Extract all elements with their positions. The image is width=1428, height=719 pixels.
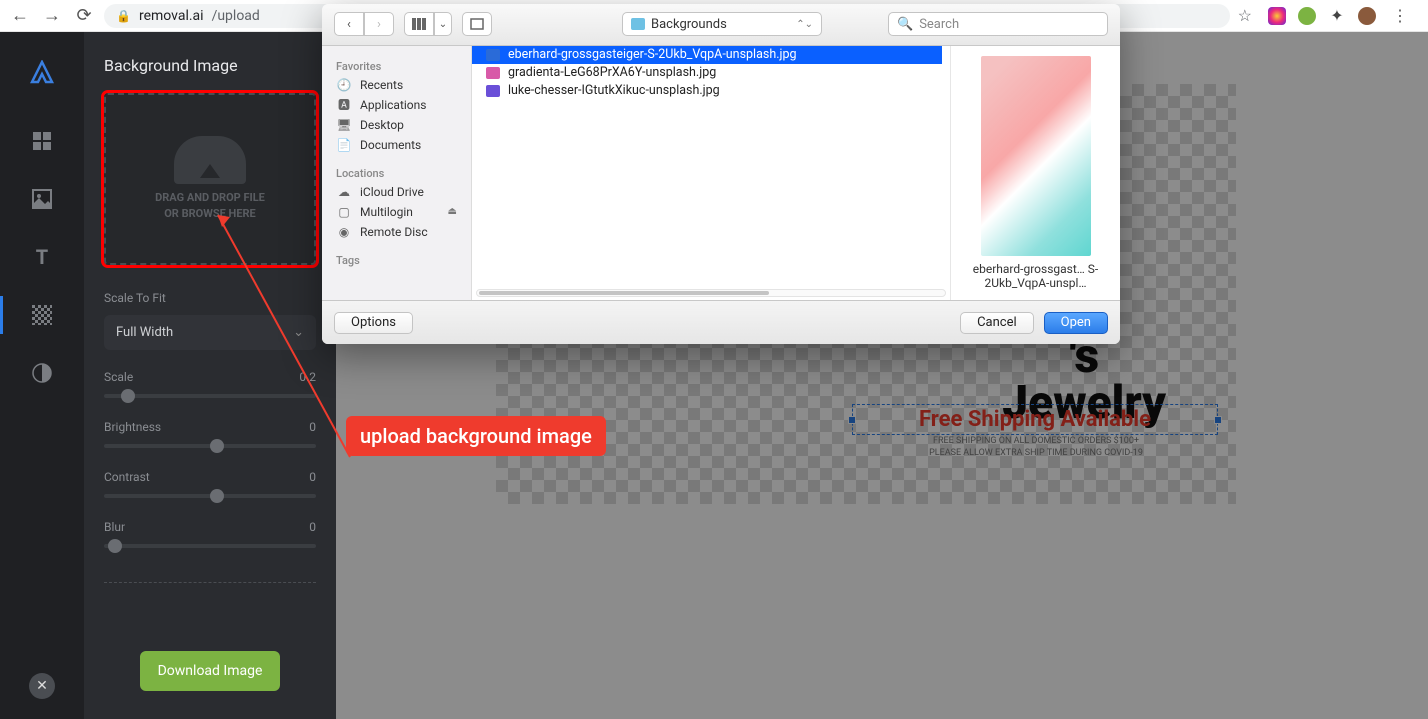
finder-sidebar-item[interactable]: 🖥Desktop [322,115,471,135]
sidebar-item-icon: 🅰 [336,98,352,112]
rail-templates-icon[interactable] [27,126,57,156]
nav-back-button[interactable]: ← [8,4,32,28]
extension-icon[interactable] [1268,7,1286,25]
finder-preview-pane: eberhard-grossgast… S-2Ukb_VqpA-unspl… [950,46,1120,301]
download-button[interactable]: Download Image [140,651,281,691]
url-host: removal.ai [139,8,204,24]
finder-file-row[interactable]: gradienta-LeG68PrXA6Y-unsplash.jpg [472,64,942,82]
finder-file-row[interactable]: eberhard-grossgasteiger-S-2Ukb_VqpA-unsp… [472,46,942,64]
sidebar-item-icon: 🕘 [336,78,352,92]
sidebar-item-icon: 🖥 [336,118,352,132]
upload-cloud-icon [174,136,246,184]
finder-sidebar-item[interactable]: 📄Documents [322,135,471,155]
finder-location-label: Backgrounds [651,17,727,32]
url-path: /upload [212,8,260,24]
chevron-updown-icon: ⌃⌄ [796,19,813,30]
locations-header: Locations [322,163,471,182]
eject-icon[interactable]: ⏏ [448,206,457,217]
finder-sidebar-item[interactable]: 🅰Applications [322,95,471,115]
finder-cancel-button[interactable]: Cancel [960,312,1034,334]
preview-thumbnail [981,56,1091,256]
finder-back-button[interactable]: ‹ [334,12,364,36]
file-thumbnail-icon [486,49,500,61]
finder-horizontal-scrollbar[interactable] [472,286,950,300]
favorites-header: Favorites [322,56,471,75]
finder-footer: Options Cancel Open [322,300,1120,344]
rail-image-icon[interactable] [27,184,57,214]
finder-search-input[interactable]: 🔍 Search [888,12,1108,36]
search-icon: 🔍 [897,17,913,32]
lock-icon: 🔒 [116,9,131,23]
rail-contrast-icon[interactable] [27,358,57,388]
finder-view-dropdown[interactable]: ⌄ [434,12,452,36]
select-value: Full Width [116,325,173,340]
finder-sidebar-item[interactable]: ☁iCloud Drive [322,182,471,202]
finder-group-button[interactable] [462,12,492,36]
slider-blur[interactable] [104,544,316,548]
slider-contrast[interactable] [104,494,316,498]
file-thumbnail-icon [486,85,500,97]
finder-toolbar: ‹ › ⌄ Backgrounds ⌃⌄ 🔍 Search [322,4,1120,46]
extensions-puzzle-icon[interactable]: ✦ [1328,7,1346,25]
finder-sidebar-item[interactable]: 🕘Recents [322,75,471,95]
app-logo[interactable] [28,60,56,84]
preview-filename: eberhard-grossgast… S-2Ukb_VqpA-unspl… [961,262,1110,291]
sidebar-item-icon: ☁ [336,185,352,199]
rail-text-icon[interactable]: T [27,242,57,272]
slider-label: Blur0 [104,520,316,534]
browser-menu-icon[interactable]: ⋮ [1388,6,1412,25]
folder-icon [631,18,645,30]
file-thumbnail-icon [486,67,500,79]
extension-icon[interactable] [1298,7,1316,25]
sidebar-item-icon: 📄 [336,138,352,152]
annotation-label: upload background image [346,416,606,456]
extension-tray: ✦ ⋮ [1260,6,1420,25]
bookmark-star-icon[interactable]: ☆ [1238,6,1252,25]
divider [104,582,316,583]
panel-title: Background Image [104,56,316,75]
rail-close-button[interactable]: ✕ [29,673,55,699]
nav-reload-button[interactable]: ⟳ [72,4,96,28]
finder-view-columns-button[interactable] [404,12,434,36]
finder-forward-button[interactable]: › [364,12,394,36]
file-open-dialog: ‹ › ⌄ Backgrounds ⌃⌄ 🔍 Search Favorites … [322,4,1120,344]
tool-rail: T ✕ [0,32,84,719]
profile-avatar[interactable] [1358,7,1376,25]
finder-file-column: eberhard-grossgasteiger-S-2Ukb_VqpA-unsp… [472,46,950,301]
finder-location-dropdown[interactable]: Backgrounds ⌃⌄ [622,12,822,36]
rail-background-icon[interactable] [27,300,57,330]
nav-forward-button[interactable]: → [40,4,64,28]
finder-file-row[interactable]: luke-chesser-IGtutkXikuc-unsplash.jpg [472,82,942,100]
finder-open-button[interactable]: Open [1044,312,1108,334]
finder-search-placeholder: Search [919,17,959,32]
